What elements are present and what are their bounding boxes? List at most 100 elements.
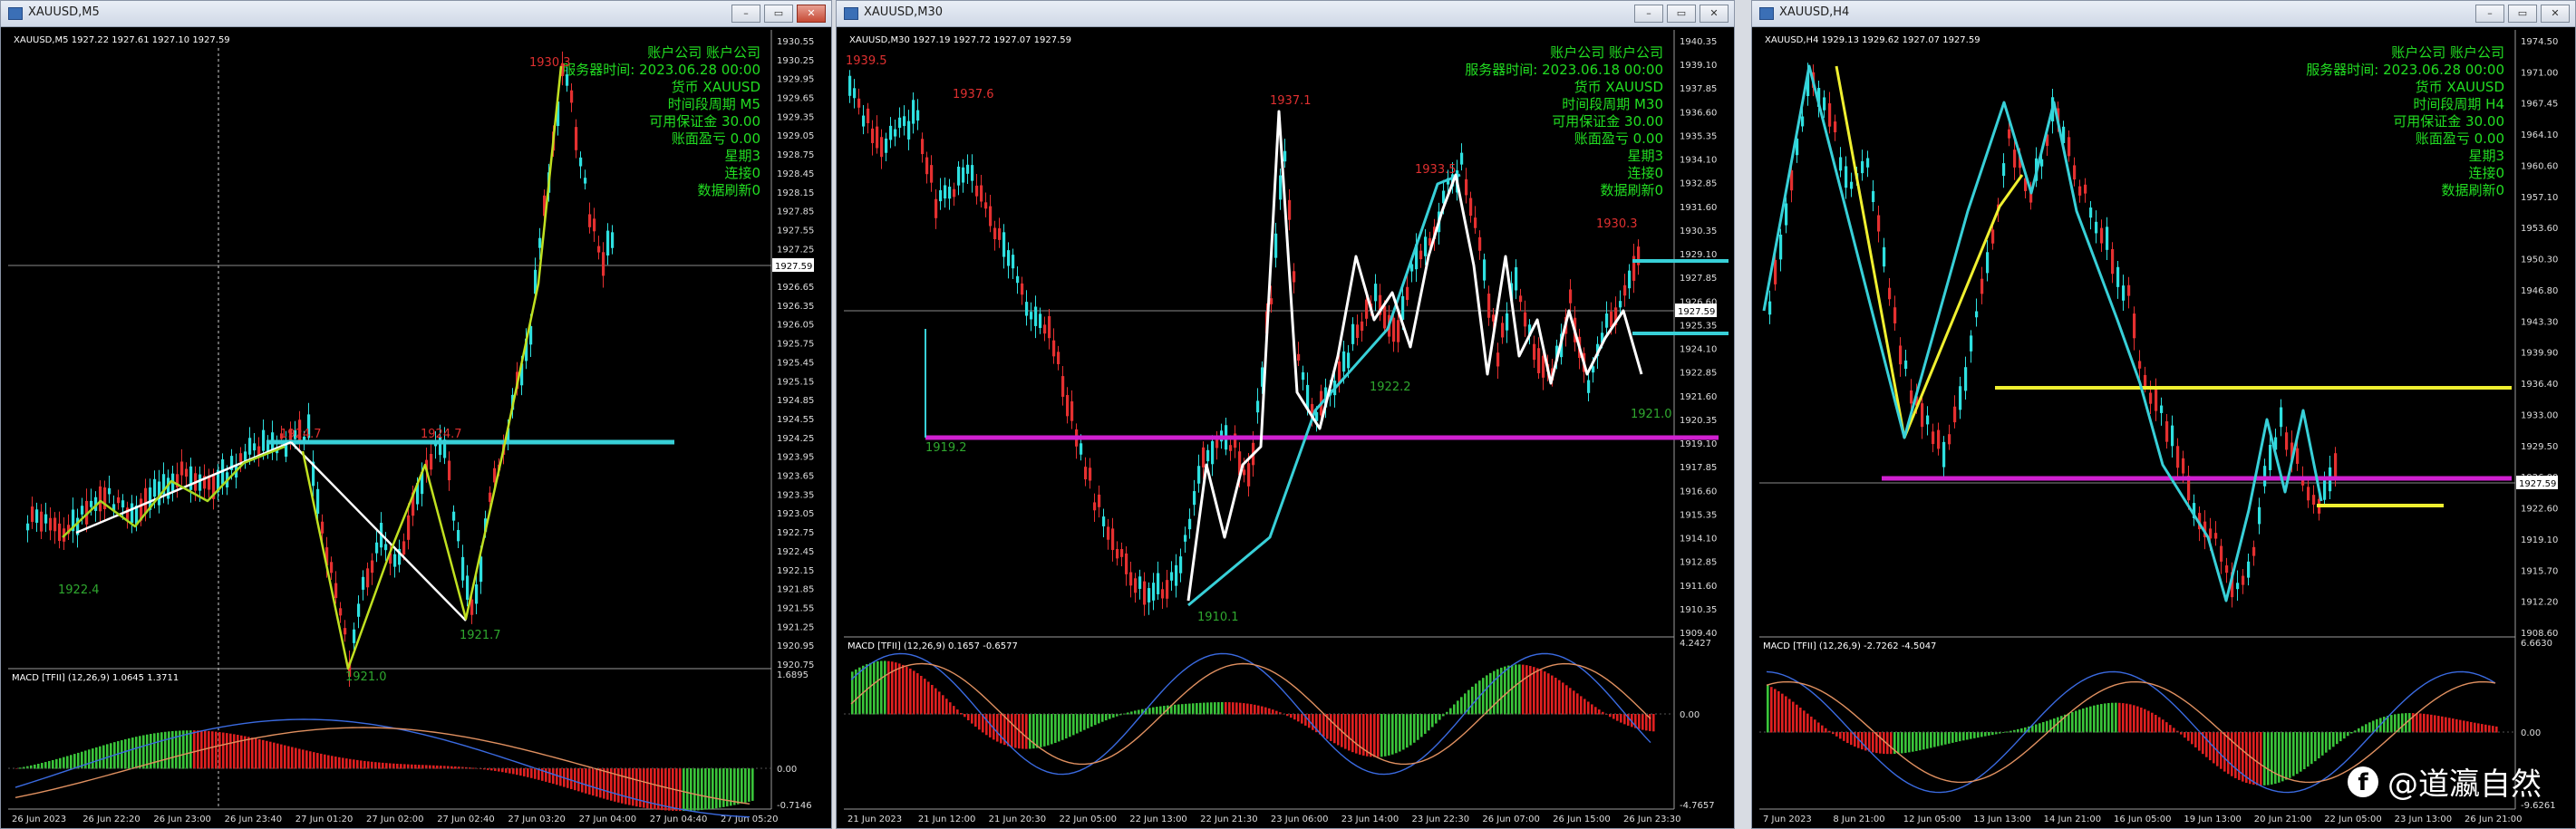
macd-bar bbox=[1471, 686, 1474, 715]
macd-bar bbox=[1333, 714, 1336, 744]
macd-bar bbox=[942, 695, 944, 715]
candle-body bbox=[1774, 259, 1777, 284]
price-tick-label: 1971.00 bbox=[2521, 68, 2558, 78]
macd-bar bbox=[679, 768, 682, 812]
macd-bar bbox=[211, 731, 214, 769]
macd-bar bbox=[2267, 732, 2270, 786]
candle-body bbox=[1861, 160, 1864, 174]
restore-button[interactable]: ▭ bbox=[1667, 5, 1696, 23]
macd-bar bbox=[1569, 688, 1572, 715]
window-titlebar[interactable]: XAUUSD,H4 – ▭ ✕ bbox=[1752, 1, 2575, 27]
macd-bar bbox=[2365, 724, 2368, 733]
price-tick-label: 1924.25 bbox=[777, 434, 814, 444]
candle-body bbox=[2220, 545, 2223, 562]
candle-body bbox=[393, 554, 397, 567]
macd-bar bbox=[1551, 675, 1554, 715]
minimize-button[interactable]: – bbox=[1634, 5, 1663, 23]
time-tick-label: 21 Jun 2023 bbox=[847, 815, 902, 824]
chart-plot-area[interactable]: XAUUSD,H4 1929.13 1929.62 1927.07 1927.5… bbox=[1759, 30, 2570, 825]
macd-bar bbox=[2234, 732, 2237, 778]
chart-plot-area[interactable]: XAUUSD,M30 1927.19 1927.72 1927.07 1927.… bbox=[844, 30, 1729, 825]
macd-bar bbox=[1101, 714, 1104, 722]
chart-canvas[interactable]: XAUUSD,M5 1927.22 1927.61 1927.10 1927.5… bbox=[8, 30, 826, 825]
restore-button[interactable]: ▭ bbox=[764, 5, 793, 23]
candle-body bbox=[1964, 367, 1968, 391]
macd-bar bbox=[2474, 722, 2476, 733]
candle-body bbox=[49, 517, 53, 531]
close-button[interactable]: ✕ bbox=[1700, 5, 1729, 23]
candle-body bbox=[1496, 352, 1500, 367]
macd-tick-label: 0.00 bbox=[2521, 728, 2541, 738]
macd-bar bbox=[2466, 721, 2469, 733]
candle-body bbox=[1030, 312, 1033, 320]
macd-bar bbox=[1908, 732, 1911, 753]
macd-bar bbox=[2339, 732, 2342, 742]
chart-window-h4[interactable]: XAUUSD,H4 – ▭ ✕ XAUUSD,H4 1929.13 1929.6… bbox=[1751, 0, 2576, 829]
restore-button[interactable]: ▭ bbox=[2508, 5, 2537, 23]
macd-bar bbox=[909, 668, 912, 715]
macd-bar bbox=[378, 762, 381, 769]
price-tick-label: 1920.95 bbox=[777, 641, 814, 651]
candle-body bbox=[1834, 121, 1837, 133]
macd-bar bbox=[2118, 702, 2121, 733]
info-line: 时间段周期 M5 bbox=[668, 96, 760, 112]
price-tick-label: 1937.85 bbox=[1680, 84, 1717, 94]
info-line: 账户公司 账户公司 bbox=[2391, 44, 2504, 61]
candle-body bbox=[1483, 259, 1487, 281]
macd-bar bbox=[1620, 714, 1622, 723]
price-tick-label: 1908.60 bbox=[2521, 629, 2558, 639]
price-tick-label: 1927.85 bbox=[777, 207, 814, 217]
candle-body bbox=[2236, 583, 2240, 590]
candle-body bbox=[2312, 495, 2316, 506]
chart-window-m30[interactable]: XAUUSD,M30 – ▭ ✕ XAUUSD,M30 1927.19 1927… bbox=[836, 0, 1735, 829]
macd-bar bbox=[2057, 717, 2059, 733]
chart-plot-area[interactable]: XAUUSD,M5 1927.22 1927.61 1927.10 1927.5… bbox=[8, 30, 826, 825]
macd-bar bbox=[124, 738, 127, 769]
window-titlebar[interactable]: XAUUSD,M5 – ▭ ✕ bbox=[1, 1, 831, 27]
macd-bar bbox=[2133, 705, 2135, 733]
close-button[interactable]: ✕ bbox=[797, 5, 826, 23]
macd-bar bbox=[1904, 732, 1907, 753]
candle-body bbox=[1365, 299, 1369, 319]
macd-bar bbox=[266, 740, 268, 769]
macd-bar bbox=[1518, 664, 1521, 715]
candle-body bbox=[1501, 323, 1505, 338]
macd-bar bbox=[1843, 732, 1845, 741]
macd-bar bbox=[737, 768, 740, 805]
macd-bar bbox=[668, 768, 671, 811]
minimize-button[interactable]: – bbox=[2475, 5, 2504, 23]
macd-bar bbox=[2361, 726, 2364, 733]
chart-canvas[interactable]: XAUUSD,M30 1927.19 1927.72 1927.07 1927.… bbox=[844, 30, 1729, 825]
macd-bar bbox=[2194, 732, 2197, 747]
macd-bar bbox=[1850, 732, 1853, 746]
macd-bar bbox=[2184, 732, 2186, 738]
time-tick-label: 21 Jun 20:30 bbox=[989, 815, 1047, 824]
macd-bar bbox=[305, 750, 308, 769]
current-price-tag: 1927.59 bbox=[775, 262, 812, 272]
candle-body bbox=[448, 460, 451, 481]
candle-body bbox=[1537, 348, 1541, 373]
chart-window-m5[interactable]: XAUUSD,M5 – ▭ ✕ XAUUSD,M5 1927.22 1927.6… bbox=[0, 0, 832, 829]
chart-canvas[interactable]: XAUUSD,H4 1929.13 1929.62 1927.07 1927.5… bbox=[1759, 30, 2570, 825]
macd-bar bbox=[1955, 732, 1958, 742]
macd-tick-label: -0.7146 bbox=[777, 801, 812, 811]
macd-bar bbox=[512, 768, 515, 775]
candle-body bbox=[99, 486, 102, 512]
macd-bar bbox=[967, 714, 970, 721]
macd-bar bbox=[635, 768, 638, 807]
close-button[interactable]: ✕ bbox=[2541, 5, 2570, 23]
chart-background bbox=[1759, 30, 2570, 825]
macd-bar bbox=[869, 662, 872, 715]
time-tick-label: 26 Jun 23:30 bbox=[1623, 815, 1681, 824]
macd-bar bbox=[2068, 713, 2070, 733]
macd-bar bbox=[55, 758, 58, 769]
minimize-button[interactable]: – bbox=[731, 5, 760, 23]
macd-bar bbox=[168, 731, 170, 769]
window-titlebar[interactable]: XAUUSD,M30 – ▭ ✕ bbox=[837, 1, 1734, 27]
macd-bar bbox=[2155, 714, 2157, 733]
price-tick-label: 1930.35 bbox=[1680, 227, 1717, 236]
candle-body bbox=[1899, 345, 1903, 365]
candle-body bbox=[1839, 157, 1843, 171]
macd-bar bbox=[570, 768, 573, 789]
candle-body bbox=[857, 98, 861, 108]
